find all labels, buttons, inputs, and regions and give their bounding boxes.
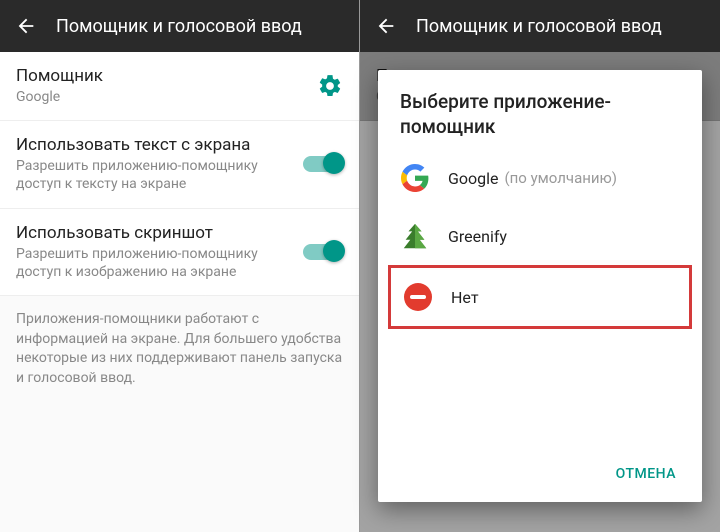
none-icon [403,282,433,312]
cancel-button[interactable]: ОТМЕНА [606,458,686,490]
settings-panel-left: Помощник и голосовой ввод Помощник Googl… [0,0,360,532]
dialog-list: Google (по умолчанию) Greenify Нет [378,149,702,450]
footer-note: Приложения-помощники работают с информац… [0,296,359,402]
gear-icon[interactable] [317,73,343,99]
back-button[interactable] [12,12,40,40]
screenshot-desc: Разрешить приложению-помощнику доступ к … [16,245,303,281]
greenify-icon [400,221,430,251]
dialog-item-sub: (по умолчанию) [505,169,618,187]
settings-content: Помощник Google Использовать текст с экр… [0,52,359,402]
assistant-value: Google [16,88,317,106]
assistant-row[interactable]: Помощник Google [0,52,359,121]
screenshot-row[interactable]: Использовать скриншот Разрешить приложен… [0,209,359,296]
dialog-item-none[interactable]: Нет [388,265,692,329]
screen-text-switch[interactable] [303,156,343,172]
assistant-chooser-dialog: Выберите приложение-помощник Google (по … [378,70,702,502]
settings-panel-right: Помощник и голосовой ввод Помощник G Выб… [360,0,720,532]
dialog-item-label: Нет [451,288,479,307]
screen-text-row[interactable]: Использовать текст с экрана Разрешить пр… [0,121,359,208]
dialog-item-label: Greenify [448,227,507,246]
dialog-actions: ОТМЕНА [378,450,702,494]
screenshot-switch[interactable] [303,244,343,260]
screen-text-label: Использовать текст с экрана [16,135,303,155]
dialog-title: Выберите приложение-помощник [378,90,702,149]
page-title: Помощник и голосовой ввод [56,16,302,37]
back-button[interactable] [372,12,400,40]
screenshot-label: Использовать скриншот [16,223,303,243]
appbar: Помощник и голосовой ввод [0,0,359,52]
appbar: Помощник и голосовой ввод [360,0,720,52]
dialog-item-greenify[interactable]: Greenify [378,207,702,265]
screen-text-desc: Разрешить приложению-помощнику доступ к … [16,157,303,193]
arrow-back-icon [375,15,397,37]
arrow-back-icon [15,15,37,37]
dialog-item-label: Google [448,169,499,188]
assistant-label: Помощник [16,66,317,86]
page-title: Помощник и голосовой ввод [416,16,662,37]
dialog-item-google[interactable]: Google (по умолчанию) [378,149,702,207]
google-icon [400,163,430,193]
